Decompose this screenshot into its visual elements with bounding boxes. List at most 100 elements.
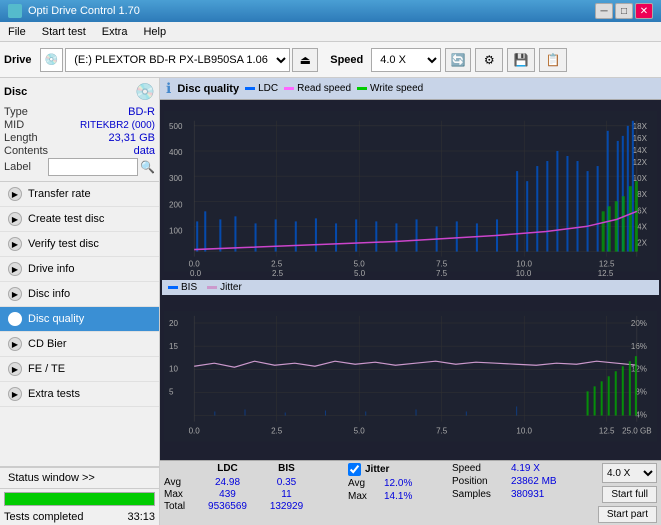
nav-label-transfer-rate: Transfer rate [28, 188, 91, 200]
length-label: Length [4, 132, 38, 144]
test-speed-select[interactable]: 4.0 X [602, 463, 657, 483]
svg-text:100: 100 [169, 226, 183, 235]
label-icon[interactable]: 🔍 [140, 160, 155, 174]
top-chart-svg: 18X 16X 14X 12X 10X 8X 6X 4X 2X 500 400 … [164, 104, 657, 278]
ldc-max: 439 [200, 489, 255, 500]
svg-text:0.0: 0.0 [190, 269, 202, 278]
svg-text:2.5: 2.5 [271, 427, 283, 436]
settings-button[interactable]: ⚙ [475, 48, 503, 72]
sidebar-item-transfer-rate[interactable]: ▶ Transfer rate [0, 182, 159, 207]
disc-contents-row: Contents data [4, 145, 155, 157]
drive-select[interactable]: (E:) PLEXTOR BD-R PX-LB950SA 1.06 [65, 48, 290, 72]
svg-text:10.0: 10.0 [516, 427, 532, 436]
disc-quality-icon: ▶ [8, 312, 22, 326]
samples-label: Samples [452, 489, 507, 500]
sidebar-item-drive-info[interactable]: ▶ Drive info [0, 257, 159, 282]
sidebar-item-verify-test-disc[interactable]: ▶ Verify test disc [0, 232, 159, 257]
bis-label: BIS [181, 282, 197, 293]
chart-header-icon: ℹ [166, 80, 171, 97]
speed-select[interactable]: 4.0 X [371, 48, 441, 72]
jitter-check-label: Jitter [365, 464, 389, 475]
nav-label-cd-bier: CD Bier [28, 338, 67, 350]
jitter-max: 14.1% [384, 491, 412, 502]
titlebar: Opti Drive Control 1.70 ─ □ ✕ [0, 0, 661, 22]
sidebar-item-disc-quality[interactable]: ▶ Disc quality [0, 307, 159, 332]
menu-help[interactable]: Help [135, 22, 174, 41]
jitter-max-row: Max 14.1% [348, 491, 448, 502]
create-test-icon: ▶ [8, 212, 22, 226]
close-button[interactable]: ✕ [635, 3, 653, 19]
legend-read-dot [284, 87, 294, 90]
ldc-avg: 24.98 [200, 477, 255, 488]
jitter-stats: Jitter Avg 12.0% Max 14.1% [348, 463, 448, 502]
minimize-button[interactable]: ─ [595, 3, 613, 19]
jitter-check-row: Jitter [348, 463, 448, 476]
start-full-button[interactable]: Start full [602, 486, 657, 503]
nav-label-disc-info: Disc info [28, 288, 70, 300]
maximize-button[interactable]: □ [615, 3, 633, 19]
svg-text:16%: 16% [631, 343, 647, 352]
legend-write: Write speed [357, 83, 423, 94]
sidebar-item-cd-bier[interactable]: ▶ CD Bier [0, 332, 159, 357]
ldc-total: 9536569 [200, 501, 255, 512]
stats-bar: LDC BIS Avg 24.98 0.35 Max 439 11 Total … [160, 460, 661, 525]
start-part-button[interactable]: Start part [598, 506, 657, 523]
svg-text:300: 300 [169, 174, 183, 183]
svg-text:8X: 8X [637, 190, 647, 199]
bis-dot [168, 286, 178, 289]
total-row: Total 9536569 132929 [164, 501, 344, 512]
bis-legend-bis: BIS [168, 282, 197, 293]
refresh-button[interactable]: 🔄 [445, 48, 471, 72]
bis-avg: 0.35 [259, 477, 314, 488]
bis-header: BIS [259, 463, 314, 474]
nav-items: ▶ Transfer rate ▶ Create test disc ▶ Ver… [0, 182, 159, 466]
progress-bar-container [4, 492, 155, 506]
position-row: Position 23862 MB [452, 476, 572, 487]
svg-text:5.0: 5.0 [354, 427, 366, 436]
menu-start-test[interactable]: Start test [34, 22, 94, 41]
menu-file[interactable]: File [0, 22, 34, 41]
svg-text:15: 15 [169, 343, 178, 352]
jitter-avg-label: Avg [348, 478, 380, 489]
speed-stat-val: 4.19 X [511, 463, 540, 474]
toolbar: Drive 💿 (E:) PLEXTOR BD-R PX-LB950SA 1.0… [0, 42, 661, 78]
sidebar-item-create-test-disc[interactable]: ▶ Create test disc [0, 207, 159, 232]
jitter-label-legend: Jitter [220, 282, 242, 293]
length-value: 23,31 GB [109, 132, 155, 144]
transfer-rate-icon: ▶ [8, 187, 22, 201]
disc-section: Disc 💿 Type BD-R MID RITEKBR2 (000) Leng… [0, 78, 159, 182]
save-button[interactable]: 📋 [539, 48, 567, 72]
legend-ldc-dot [245, 87, 255, 90]
status-text-row: Tests completed 33:13 [0, 509, 159, 525]
svg-text:25.0 GB: 25.0 GB [622, 427, 651, 436]
contents-label: Contents [4, 145, 48, 157]
bis-total: 132929 [259, 501, 314, 512]
speed-row: Speed 4.19 X [452, 463, 572, 474]
bis-legend: BIS Jitter [162, 280, 659, 295]
label-input[interactable] [48, 158, 138, 176]
legend-read: Read speed [284, 83, 351, 94]
svg-text:16X: 16X [633, 134, 648, 143]
app-title: Opti Drive Control 1.70 [28, 5, 140, 17]
eject-button[interactable]: ⏏ [292, 48, 318, 72]
sidebar-item-disc-info[interactable]: ▶ Disc info [0, 282, 159, 307]
avg-label: Avg [164, 477, 196, 488]
jitter-checkbox[interactable] [348, 463, 361, 476]
drive-icon: 💿 [40, 48, 64, 72]
svg-text:12.5: 12.5 [598, 269, 614, 278]
status-text: Tests completed [4, 511, 83, 523]
svg-text:18X: 18X [633, 122, 648, 131]
speed-buttons: 4.0 X Start full Start part [598, 463, 657, 523]
top-chart-xaxis: 0.0 2.5 5.0 7.5 10.0 12.5 [164, 266, 657, 278]
sidebar-item-extra-tests[interactable]: ▶ Extra tests [0, 382, 159, 407]
sidebar-item-fe-te[interactable]: ▶ FE / TE [0, 357, 159, 382]
svg-text:20: 20 [169, 319, 178, 328]
bottom-chart: 20% 16% 12% 8% 4% 20 15 10 5 [164, 297, 657, 456]
menu-extra[interactable]: Extra [94, 22, 136, 41]
legend-write-label: Write speed [370, 83, 423, 94]
disc-button[interactable]: 💾 [507, 48, 535, 72]
disc-length-row: Length 23,31 GB [4, 132, 155, 144]
menubar: File Start test Extra Help [0, 22, 661, 42]
status-window-button[interactable]: Status window >> [0, 467, 159, 489]
speed-stat-label: Speed [452, 463, 507, 474]
